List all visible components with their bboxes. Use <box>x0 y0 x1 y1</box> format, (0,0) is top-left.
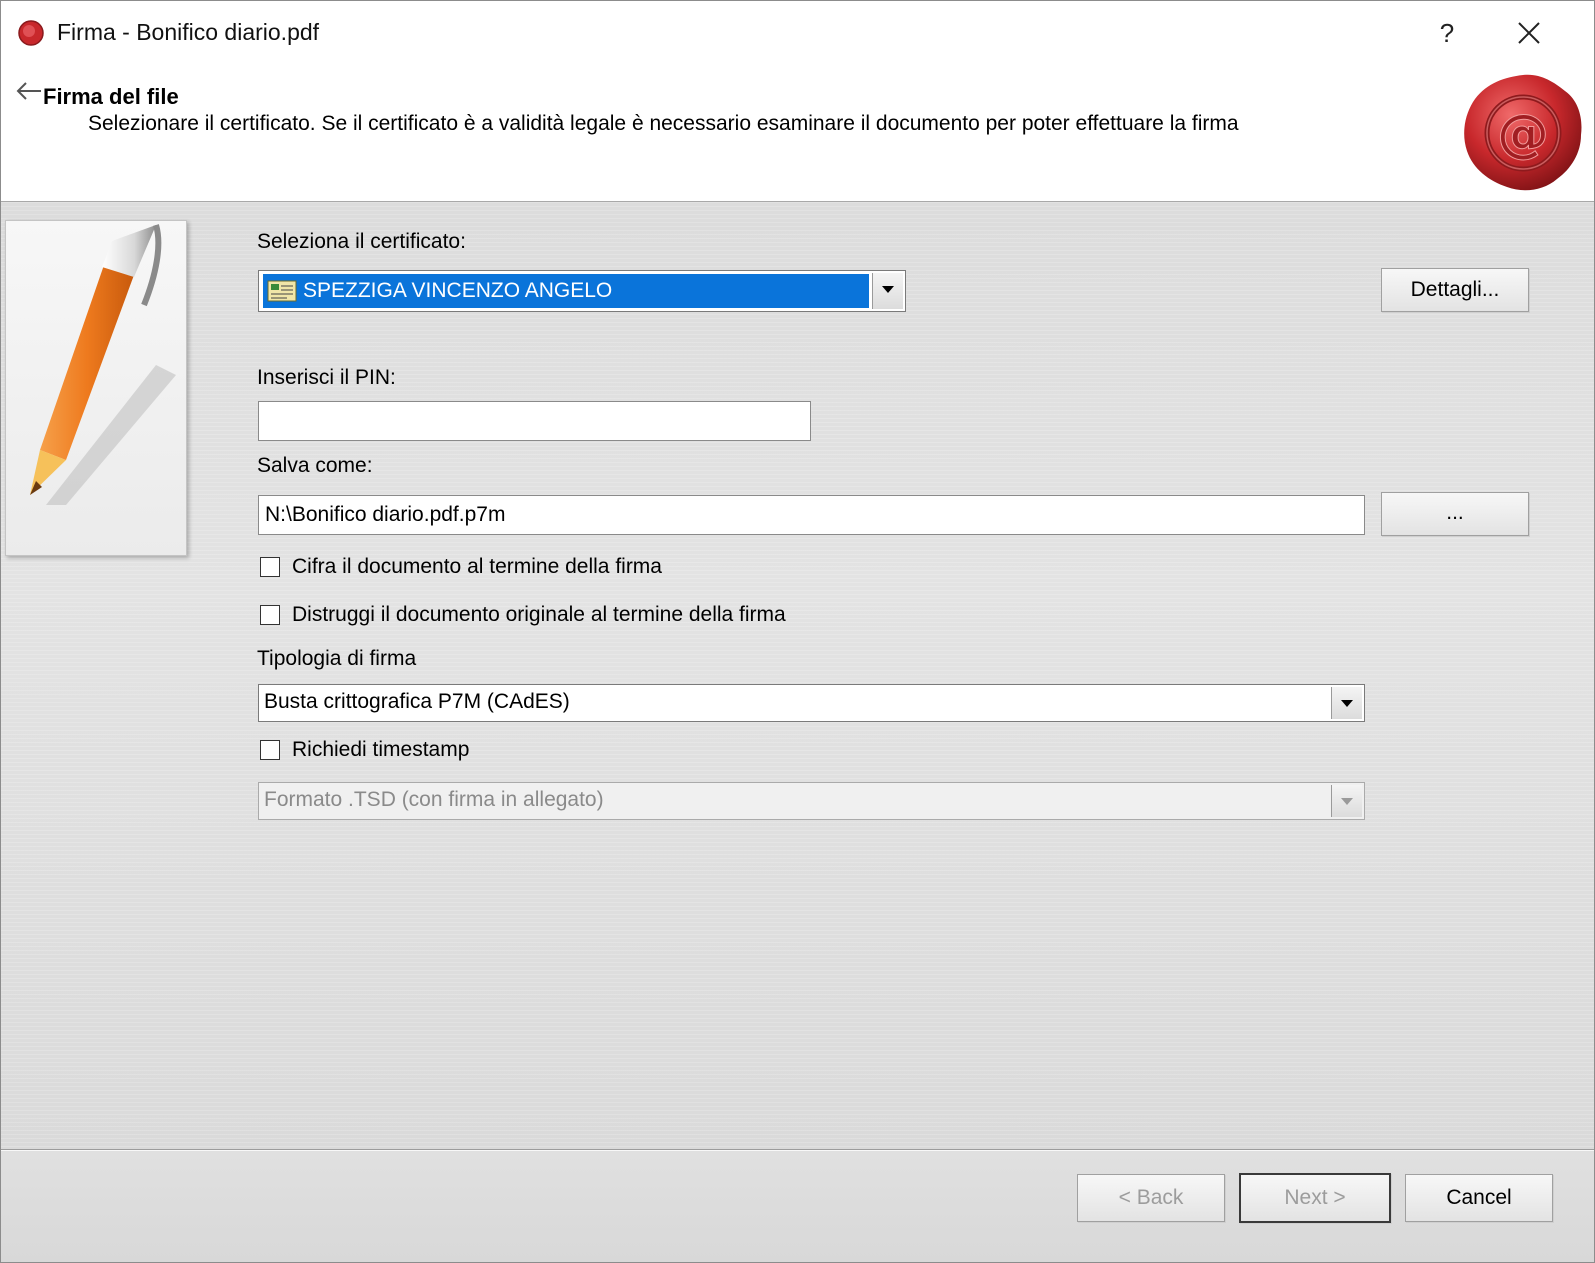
timestamp-checkbox-label[interactable]: Richiedi timestamp <box>292 738 469 762</box>
destroy-original-checkbox[interactable] <box>260 605 280 625</box>
chevron-down-icon <box>1331 785 1362 817</box>
certificate-card-icon <box>267 280 297 302</box>
chevron-down-icon[interactable] <box>1331 687 1362 719</box>
browse-button[interactable]: ... <box>1381 492 1529 536</box>
pin-label: Inserisci il PIN: <box>257 366 396 389</box>
save-as-input[interactable]: N:\Bonifico diario.pdf.p7m <box>258 495 1365 535</box>
close-icon[interactable] <box>1507 11 1551 55</box>
pen-icon <box>30 224 176 505</box>
wizard-footer: < Back Next > Cancel <box>1 1151 1594 1262</box>
certificate-select[interactable]: SPEZZIGA VINCENZO ANGELO <box>258 270 906 312</box>
chevron-down-icon[interactable] <box>872 273 903 309</box>
signature-type-label: Tipologia di firma <box>257 647 417 670</box>
wax-seal-at-icon: @ <box>1464 74 1582 191</box>
pen-illustration <box>5 220 187 556</box>
timestamp-format-value: Formato .TSD (con firma in allegato) <box>264 788 604 811</box>
certificate-value-text: SPEZZIGA VINCENZO ANGELO <box>303 279 613 302</box>
save-as-label: Salva come: <box>257 454 373 477</box>
pin-input[interactable] <box>258 401 811 441</box>
timestamp-checkbox[interactable] <box>260 740 280 760</box>
signature-type-value: Busta crittografica P7M (CAdES) <box>264 690 570 713</box>
page-subtitle: Selezionare il certificato. Se il certif… <box>88 112 1239 135</box>
encrypt-checkbox[interactable] <box>260 557 280 577</box>
page-title: Firma del file <box>43 84 179 109</box>
signature-type-select[interactable]: Busta crittografica P7M (CAdES) <box>258 684 1365 722</box>
window-title: Firma - Bonifico diario.pdf <box>57 19 320 45</box>
wax-seal-icon <box>18 20 44 46</box>
encrypt-checkbox-label[interactable]: Cifra il documento al termine della firm… <box>292 555 662 579</box>
wizard-body: Seleziona il certificato: SPEZZIGA VINCE… <box>1 202 1594 1164</box>
signing-wizard-window: Firma - Bonifico diario.pdf ? Firma del … <box>0 0 1595 1263</box>
cancel-button[interactable]: Cancel <box>1405 1174 1553 1222</box>
certificate-label: Seleziona il certificato: <box>257 230 466 253</box>
back-arrow-icon[interactable] <box>15 79 43 103</box>
next-button[interactable]: Next > <box>1239 1173 1391 1223</box>
svg-text:@: @ <box>1497 104 1549 164</box>
details-button[interactable]: Dettagli... <box>1381 268 1529 312</box>
certificate-selected-value: SPEZZIGA VINCENZO ANGELO <box>263 274 869 308</box>
wizard-header: Firma del file Selezionare il certificat… <box>1 65 1594 202</box>
title-bar: Firma - Bonifico diario.pdf ? <box>1 1 1594 65</box>
timestamp-format-select: Formato .TSD (con firma in allegato) <box>258 782 1365 820</box>
help-button[interactable]: ? <box>1429 13 1465 53</box>
destroy-original-checkbox-label[interactable]: Distruggi il documento originale al term… <box>292 603 786 627</box>
back-button[interactable]: < Back <box>1077 1174 1225 1222</box>
